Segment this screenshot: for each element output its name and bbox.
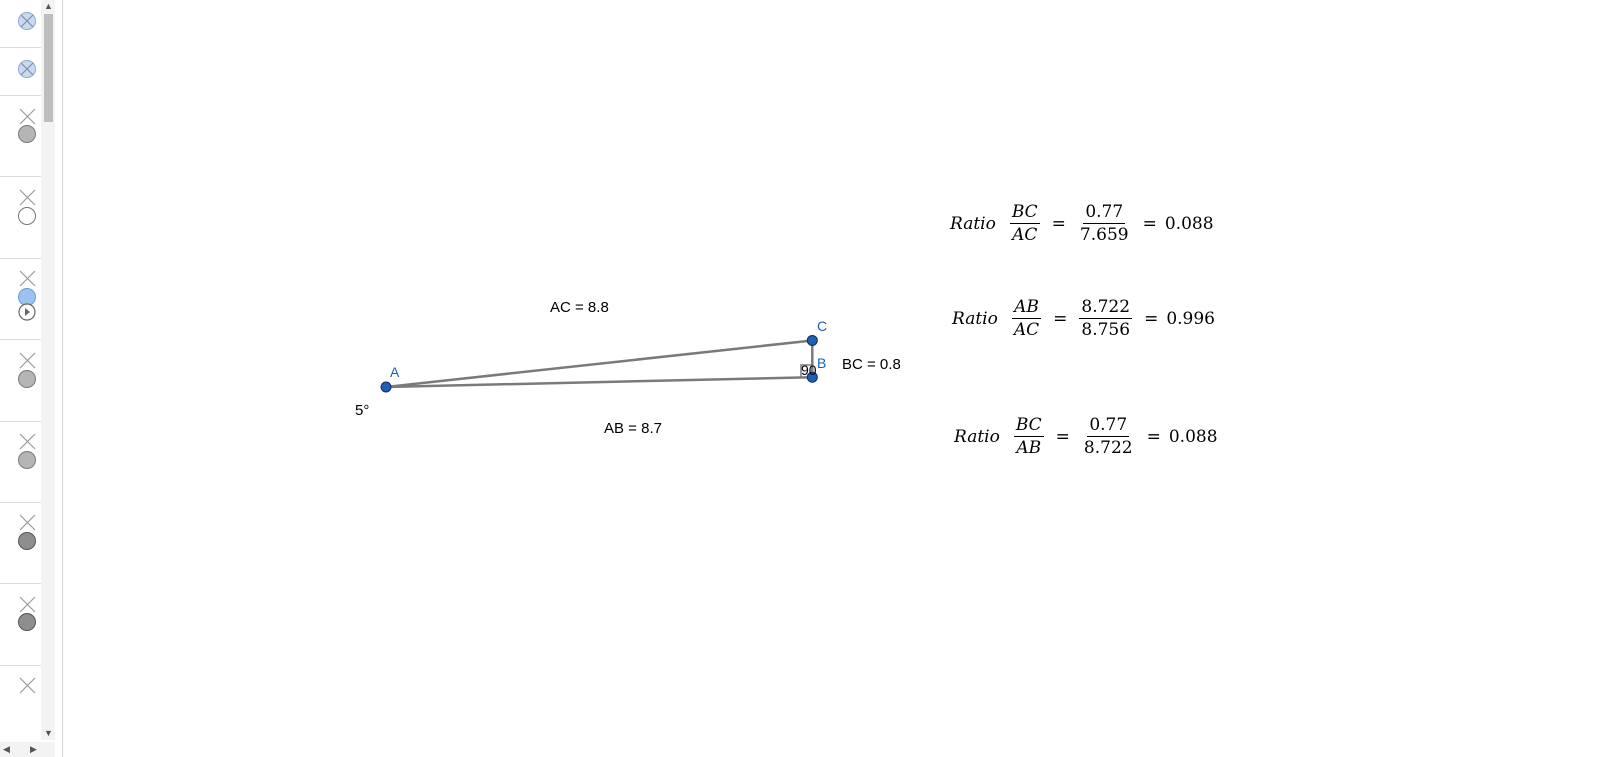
white-dot-icon[interactable] [18,207,36,225]
symbolic-fraction: AB AC [1012,296,1041,341]
delete-icon[interactable] [19,108,36,125]
fraction-numerator: BC [1013,415,1044,437]
dark-gray-dot-icon[interactable] [18,532,36,550]
visibility-toggle-icon[interactable] [18,60,36,78]
row-divider [0,665,41,666]
ratio-ab-ac: Ratio AB AC = 8.722 8.756 = 0.996 [952,296,1215,341]
dark-gray-dot-icon[interactable] [18,613,36,631]
ratio-value: 0.996 [1166,308,1215,329]
angle-b-label: 90 [801,362,817,378]
scroll-right-arrow-icon[interactable]: ▶ [30,745,37,754]
gray-dot-icon[interactable] [18,370,36,388]
visibility-toggle-icon[interactable] [18,12,36,30]
point-a[interactable] [380,381,392,393]
graphics-view[interactable]: A B C AC = 8.8 AB = 8.7 BC = 0.8 5° 90 R… [63,0,1600,757]
row-divider [0,95,41,96]
ratio-bc-ac: Ratio BC AC = 0.77 7.659 = 0.088 [950,201,1214,246]
delete-icon[interactable] [19,514,36,531]
ratio-value: 0.088 [1164,213,1214,234]
row-divider [0,583,41,584]
figure-svg [380,334,818,393]
gray-dot-icon[interactable] [18,451,36,469]
delete-icon[interactable] [19,270,36,287]
row-divider [0,339,41,340]
fraction-denominator: 8.756 [1081,320,1131,340]
ratio-word: Ratio [954,426,1000,447]
close-icon[interactable] [19,677,36,694]
fraction-denominator: AB [1016,438,1042,458]
ab-length-label: AB = 8.7 [604,420,662,437]
segment-ab[interactable] [385,375,813,389]
numeric-fraction: 0.77 7.659 [1078,201,1131,246]
scroll-down-arrow-icon[interactable]: ▼ [44,729,53,738]
gray-dot-icon[interactable] [18,125,36,143]
segment-ac[interactable] [385,339,813,389]
row-divider [0,502,41,503]
ratio-word: Ratio [950,213,996,234]
scrollbar-thumb[interactable] [44,14,53,122]
fraction-denominator: 8.722 [1083,438,1133,458]
ac-length-label: AC = 8.8 [550,299,609,316]
symbolic-fraction: BC AB [1013,414,1044,459]
symbolic-fraction: BC AC [1009,201,1040,246]
point-c-label: C [817,318,828,334]
delete-icon[interactable] [19,352,36,369]
scroll-left-arrow-icon[interactable]: ◀ [3,745,10,754]
delete-icon[interactable] [19,433,36,450]
fraction-numerator: AB [1012,297,1041,319]
fraction-numerator: 8.722 [1079,297,1133,319]
numeric-fraction: 8.722 8.756 [1079,296,1133,341]
fraction-denominator: AC [1013,320,1040,340]
scroll-up-arrow-icon[interactable]: ▲ [44,2,53,11]
point-a-label: A [390,364,400,380]
point-c[interactable] [806,334,818,346]
row-divider [0,47,41,48]
play-icon[interactable] [18,303,36,321]
point-b-label: B [817,355,827,371]
fraction-numerator: 0.77 [1083,202,1126,224]
row-divider [0,176,41,177]
algebra-panel: ▲ ▼ ◀ ▶ [0,0,63,757]
ratio-word: Ratio [952,308,998,329]
delete-icon[interactable] [19,189,36,206]
row-divider [0,421,41,422]
ratio-bc-ab: Ratio BC AB = 0.77 8.722 = 0.088 [954,414,1218,459]
fraction-numerator: 0.77 [1087,415,1130,437]
fraction-numerator: BC [1009,202,1040,224]
row-divider [0,258,41,259]
ratio-value: 0.088 [1168,426,1218,447]
fraction-denominator: 7.659 [1079,225,1129,245]
delete-icon[interactable] [19,596,36,613]
bc-length-label: BC = 0.8 [842,356,901,373]
numeric-fraction: 0.77 8.722 [1082,414,1135,459]
fraction-denominator: AC [1012,225,1038,245]
angle-a-label: 5° [355,402,370,419]
